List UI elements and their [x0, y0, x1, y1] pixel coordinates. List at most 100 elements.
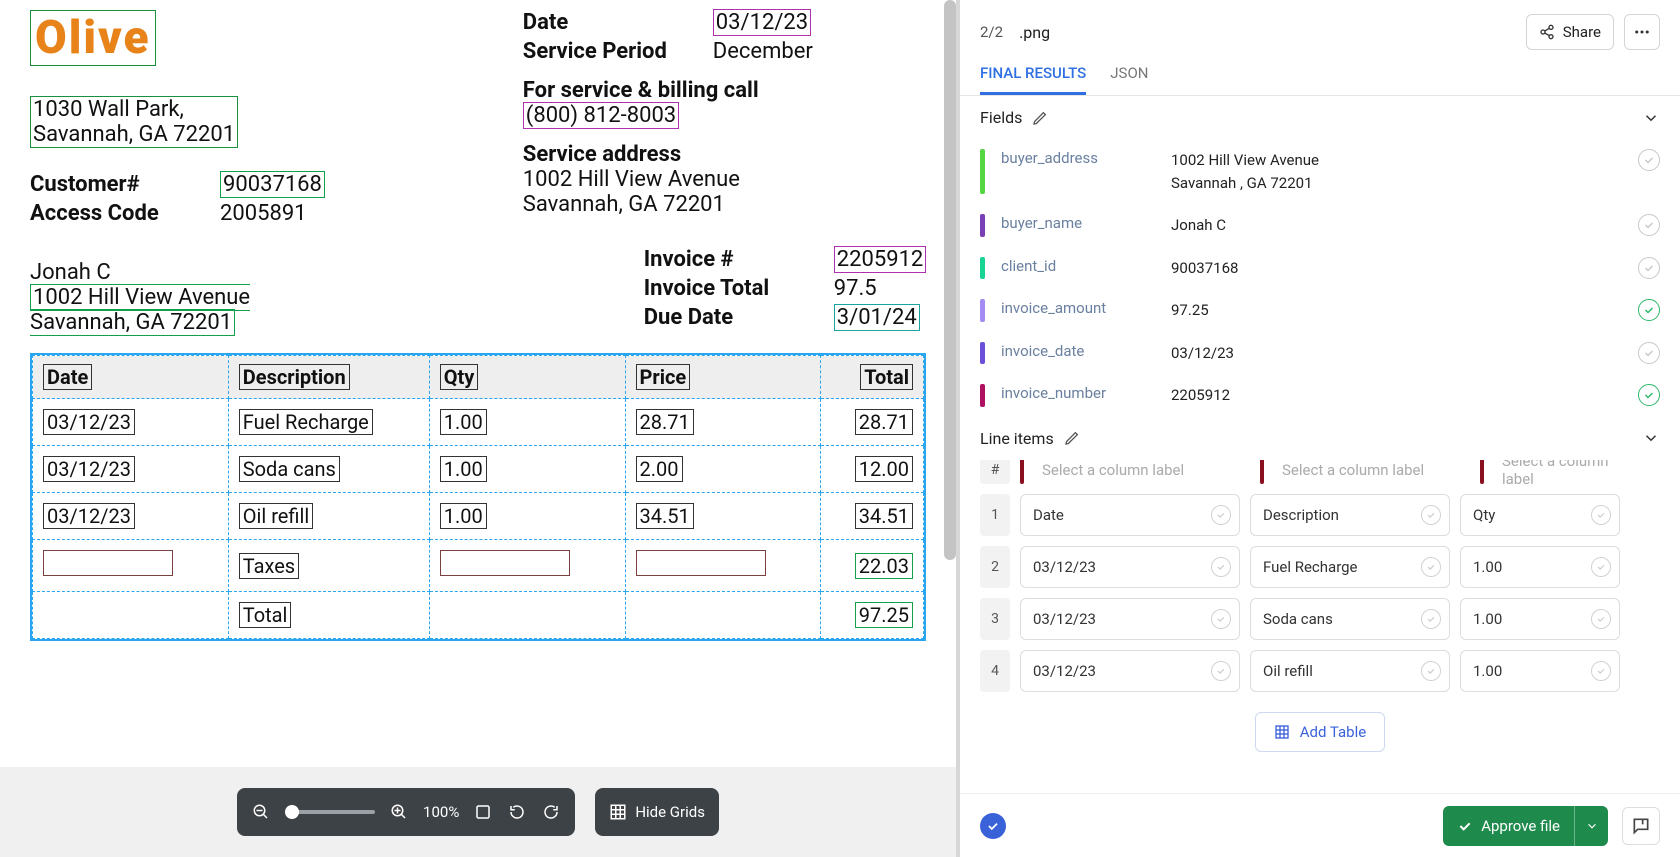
zoom-level: 100% — [423, 803, 459, 821]
zoom-out-icon[interactable] — [251, 802, 271, 822]
chevron-down-icon[interactable] — [1642, 109, 1660, 127]
lineitem-cell[interactable]: Soda cans — [1250, 598, 1450, 640]
lineitems-num-header: # — [980, 460, 1010, 484]
row2-qty: 1.00 — [440, 456, 487, 482]
document-canvas[interactable]: Olive 1030 Wall Park, Savannah, GA 72201… — [0, 0, 956, 767]
cell-approve-icon[interactable] — [1211, 661, 1231, 681]
grand-total-value: 97.25 — [855, 602, 913, 628]
add-table-button[interactable]: Add Table — [1255, 712, 1385, 752]
service-address-line2: Savannah, GA 72201 — [523, 192, 926, 217]
edit-fields-icon[interactable] — [1032, 110, 1048, 126]
lineitem-cell[interactable]: Date — [1020, 494, 1240, 536]
field-approve-icon[interactable] — [1638, 384, 1660, 406]
col-label-selector-1[interactable]: Select a column label — [1030, 460, 1250, 484]
share-label: Share — [1563, 23, 1601, 41]
lineitem-cell[interactable]: 03/12/23 — [1020, 598, 1240, 640]
row1-total: 28.71 — [855, 409, 913, 435]
comments-button[interactable] — [1622, 807, 1660, 845]
company-logo: Olive — [30, 10, 156, 66]
lineitem-cell[interactable]: 03/12/23 — [1020, 650, 1240, 692]
row2-price: 2.00 — [636, 456, 683, 482]
lineitem-cell[interactable]: Fuel Recharge — [1250, 546, 1450, 588]
lineitem-row: 403/12/23Oil refill1.00 — [980, 650, 1660, 692]
field-approve-icon[interactable] — [1638, 299, 1660, 321]
field-row[interactable]: invoice_number2205912 — [980, 374, 1660, 417]
field-row[interactable]: invoice_amount97.25 — [980, 289, 1660, 332]
approve-label: Approve file — [1481, 817, 1560, 835]
approve-dropdown[interactable] — [1574, 806, 1608, 846]
cell-approve-icon[interactable] — [1421, 609, 1441, 629]
col-desc: Description — [239, 364, 350, 390]
more-menu-button[interactable] — [1624, 14, 1660, 50]
lineitems-section-header[interactable]: Line items — [960, 417, 1680, 460]
col-label-selector-3[interactable]: Select a column label — [1490, 460, 1650, 484]
page-indicator: 2/2 — [980, 23, 1003, 41]
invoice-line-table[interactable]: Date Description Qty Price Total 03/12/2… — [30, 353, 926, 641]
lineitem-cell[interactable]: Qty — [1460, 494, 1620, 536]
fit-icon[interactable] — [473, 802, 493, 822]
field-row[interactable]: invoice_date03/12/23 — [980, 332, 1660, 375]
cell-approve-icon[interactable] — [1211, 505, 1231, 525]
company-address: 1030 Wall Park, Savannah, GA 72201 — [30, 96, 523, 148]
col-total: Total — [860, 364, 913, 390]
lineitem-cell[interactable]: 1.00 — [1460, 650, 1620, 692]
field-approve-icon[interactable] — [1638, 149, 1660, 171]
fields-section-header[interactable]: Fields — [960, 96, 1680, 139]
hide-grids-label: Hide Grids — [635, 803, 705, 821]
field-approve-icon[interactable] — [1638, 342, 1660, 364]
cell-approve-icon[interactable] — [1591, 557, 1611, 577]
field-row[interactable]: client_id90037168 — [980, 247, 1660, 290]
field-key: invoice_date — [1001, 342, 1171, 360]
taxes-value: 22.03 — [855, 553, 913, 579]
row-number: 4 — [980, 650, 1010, 692]
viewer-scrollbar[interactable] — [944, 0, 956, 560]
document-viewer: Olive 1030 Wall Park, Savannah, GA 72201… — [0, 0, 960, 857]
field-approve-icon[interactable] — [1638, 257, 1660, 279]
approve-file-button[interactable]: Approve file — [1443, 806, 1608, 846]
lineitem-cell[interactable]: Description — [1250, 494, 1450, 536]
field-row[interactable]: buyer_address1002 Hill View AvenueSavann… — [980, 139, 1660, 204]
share-button[interactable]: Share — [1526, 14, 1614, 50]
rotate-right-icon[interactable] — [541, 802, 561, 822]
cell-approve-icon[interactable] — [1211, 557, 1231, 577]
cell-approve-icon[interactable] — [1421, 557, 1441, 577]
field-stripe — [980, 299, 985, 322]
col-qty: Qty — [440, 364, 479, 390]
cell-approve-icon[interactable] — [1211, 609, 1231, 629]
taxes-empty1 — [43, 550, 173, 576]
tab-json[interactable]: JSON — [1110, 64, 1148, 95]
due-date-value: 3/01/24 — [834, 304, 920, 331]
field-row[interactable]: buyer_nameJonah C — [980, 204, 1660, 247]
rotate-left-icon[interactable] — [507, 802, 527, 822]
edit-lineitems-icon[interactable] — [1064, 430, 1080, 446]
lineitem-cell[interactable]: 03/12/23 — [1020, 546, 1240, 588]
cell-approve-icon[interactable] — [1421, 661, 1441, 681]
row1-qty: 1.00 — [440, 409, 487, 435]
field-value: Jonah C — [1171, 214, 1638, 237]
lineitems-title: Line items — [980, 429, 1054, 448]
field-key: invoice_amount — [1001, 299, 1171, 317]
zoom-slider[interactable] — [285, 810, 375, 814]
date-label: Date — [523, 10, 713, 35]
row-number: 2 — [980, 546, 1010, 588]
lineitem-cell[interactable]: 1.00 — [1460, 598, 1620, 640]
cell-approve-icon[interactable] — [1591, 609, 1611, 629]
company-address-line2: Savannah, GA 72201 — [33, 122, 235, 147]
cell-approve-icon[interactable] — [1421, 505, 1441, 525]
check-icon — [1457, 818, 1473, 834]
chevron-down-icon[interactable] — [1642, 429, 1660, 447]
col-label-selector-2[interactable]: Select a column label — [1270, 460, 1470, 484]
cell-approve-icon[interactable] — [1591, 505, 1611, 525]
lineitem-cell[interactable]: Oil refill — [1250, 650, 1450, 692]
row3-price: 34.51 — [636, 503, 694, 529]
hide-grids-button[interactable]: Hide Grids — [595, 788, 719, 836]
grand-total-label: Total — [239, 602, 292, 628]
tab-final-results[interactable]: FINAL RESULTS — [980, 64, 1086, 95]
field-approve-icon[interactable] — [1638, 214, 1660, 236]
zoom-in-icon[interactable] — [389, 802, 409, 822]
chevron-down-icon — [1585, 819, 1599, 833]
lineitem-cell[interactable]: 1.00 — [1460, 546, 1620, 588]
buyer-address: 1002 Hill View AvenueSavannah, GA 72201 — [30, 284, 250, 336]
field-value: 90037168 — [1171, 257, 1638, 280]
cell-approve-icon[interactable] — [1591, 661, 1611, 681]
